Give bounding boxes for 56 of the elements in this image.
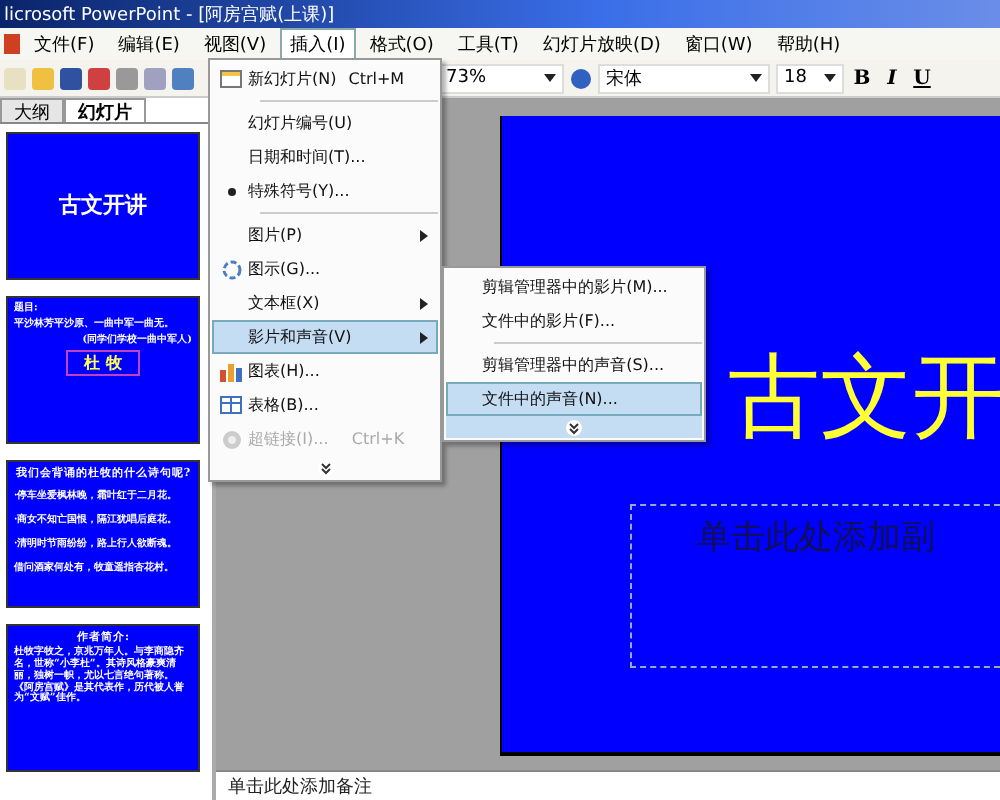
toolbar-icon[interactable]	[60, 67, 82, 89]
menu-item[interactable]: 编辑(E)	[108, 27, 190, 61]
format-button[interactable]: B	[850, 67, 874, 89]
menu-item[interactable]: 文件中的声音(N)...	[446, 382, 702, 416]
window-title: licrosoft PowerPoint - [阿房宫赋(上课)]	[0, 0, 1000, 28]
globe-icon	[221, 429, 241, 449]
menu-item[interactable]: 特殊符号(Y)...	[212, 174, 439, 208]
dropdown-arrow-icon[interactable]	[750, 74, 762, 82]
menu-item[interactable]: 日期和时间(T)...	[212, 140, 439, 174]
help-icon[interactable]	[570, 67, 592, 89]
submenu-arrow-icon	[420, 297, 429, 309]
menu-item[interactable]: 文本框(X)	[212, 286, 439, 320]
menu-item[interactable]: 文件中的影片(F)...	[446, 304, 702, 338]
menu-item[interactable]: 图表(H)...	[212, 354, 439, 388]
format-button[interactable]: I	[880, 67, 904, 89]
dot-icon	[227, 187, 235, 195]
menu-item[interactable]: 视图(V)	[193, 27, 277, 61]
menu-item[interactable]: 剪辑管理器中的影片(M)...	[446, 270, 702, 304]
menu-item[interactable]: 新幻灯片(N) Ctrl+M	[212, 62, 439, 96]
menu-item[interactable]: 剪辑管理器中的声音(S)...	[446, 348, 702, 382]
expand-icon[interactable]	[565, 419, 582, 435]
submenu-arrow-icon	[420, 331, 429, 343]
font-size-dropdown[interactable]: 18	[776, 63, 844, 93]
expand-icon[interactable]	[317, 459, 334, 475]
submenu-arrow-icon	[420, 229, 429, 241]
pane-tab[interactable]: 大纲	[0, 98, 64, 122]
placeholder-text: 单击此处添加副	[697, 516, 935, 558]
table-icon	[220, 396, 242, 414]
dropdown-arrow-icon[interactable]	[824, 74, 836, 82]
pane-tab[interactable]: 幻灯片	[64, 98, 146, 122]
menu-item[interactable]: 影片和声音(V)	[212, 320, 439, 354]
menu-item[interactable]: 幻灯片放映(D)	[532, 27, 671, 61]
notes-pane[interactable]: 单击此处添加备注	[216, 770, 1000, 800]
slide-text: 杜 牧	[66, 350, 140, 377]
menu-item[interactable]: 帮助(H)	[766, 27, 851, 61]
slide-icon	[220, 70, 242, 88]
menu-item[interactable]: 文件(F)	[24, 27, 105, 61]
ring-icon	[221, 259, 241, 279]
menu-item[interactable]: 图片(P)	[212, 218, 439, 252]
toolbar-icon[interactable]	[172, 67, 194, 89]
menu-item[interactable]: 幻灯片编号(U)	[212, 106, 439, 140]
toolbar-icon[interactable]	[88, 67, 110, 89]
menu-item[interactable]: 格式(O)	[359, 27, 444, 61]
chart-icon	[220, 361, 242, 381]
app-icon	[4, 34, 20, 54]
dropdown-arrow-icon[interactable]	[544, 74, 556, 82]
format-button[interactable]: U	[910, 67, 934, 89]
menu-item[interactable]: 窗口(W)	[674, 27, 763, 61]
menu-item[interactable]: 工具(T)	[447, 27, 529, 61]
slide-text: 古文开讲	[59, 193, 147, 219]
slide-thumbnail[interactable]: 古文开讲	[6, 132, 200, 280]
notes-placeholder: 单击此处添加备注	[228, 775, 372, 799]
font-dropdown[interactable]: 宋体	[598, 63, 770, 93]
zoom-dropdown[interactable]: 73%	[438, 63, 564, 93]
menu-item[interactable]: 表格(B)...	[212, 388, 439, 422]
menu-item[interactable]: 图示(G)...	[212, 252, 439, 286]
